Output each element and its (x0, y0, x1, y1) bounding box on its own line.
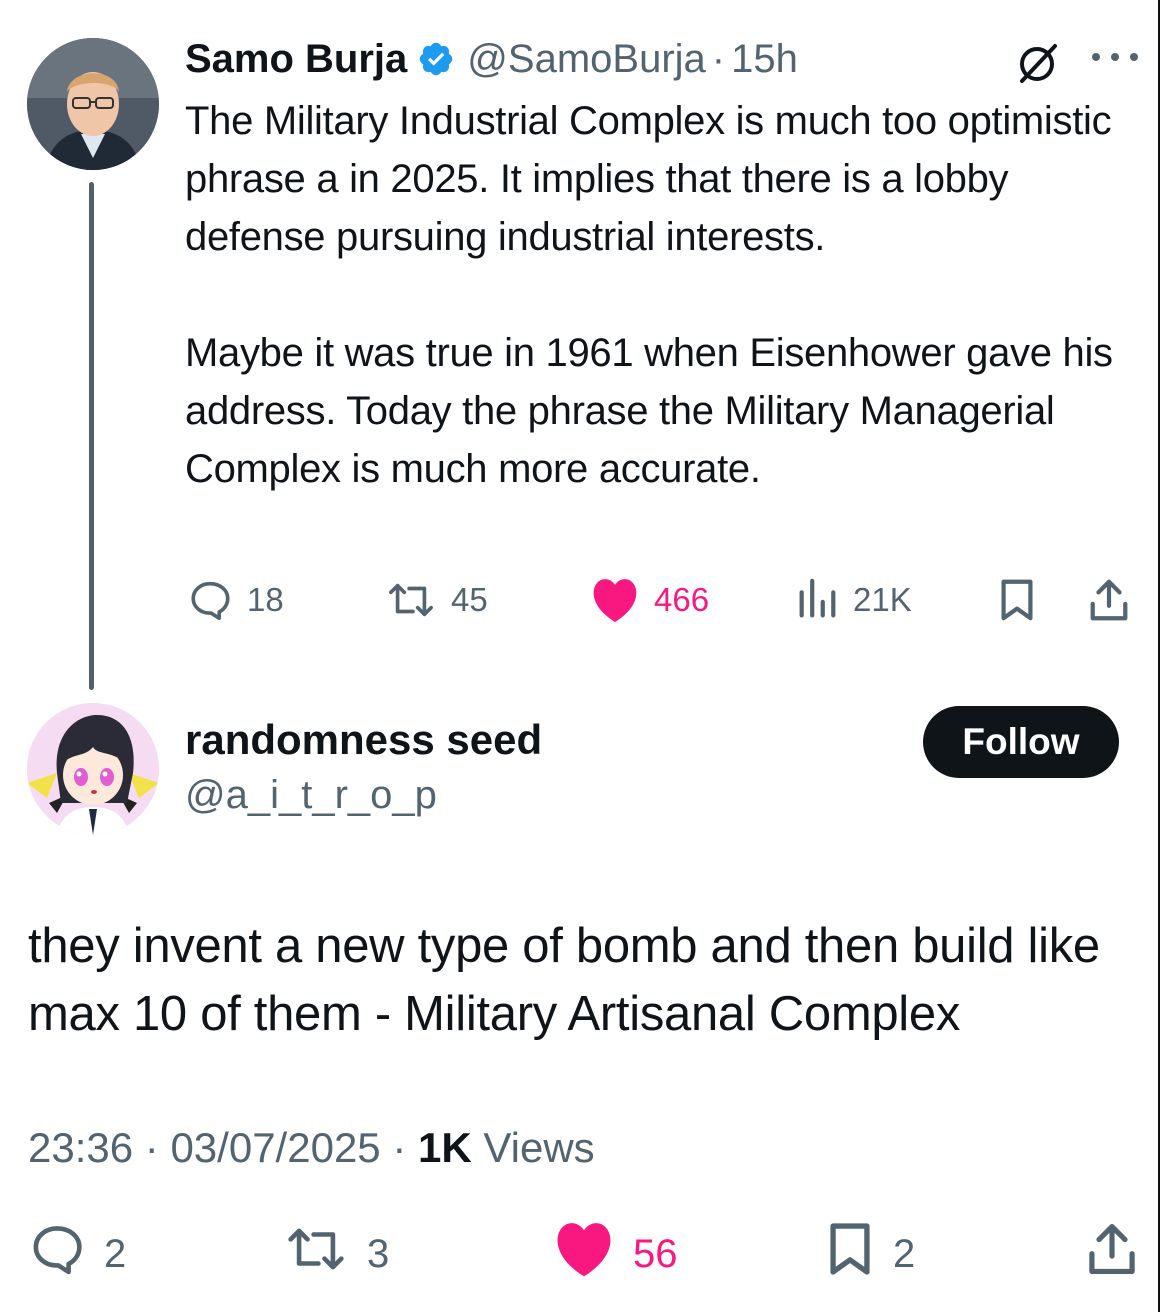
post-time[interactable]: 15h (731, 37, 798, 82)
reply-author-handle[interactable]: @a_i_t_r_o_p (185, 773, 437, 818)
reply-count: 2 (104, 1231, 127, 1276)
reply-tweet-text: they invent a new type of bomb and then … (28, 919, 1100, 1041)
thread-line (89, 182, 94, 690)
separator-dot: · (711, 36, 726, 81)
like-count: 466 (654, 581, 710, 618)
share-button[interactable] (1087, 575, 1131, 625)
views-total: 1K (418, 1124, 472, 1171)
grok-icon[interactable] (1013, 38, 1063, 88)
like-icon (590, 577, 640, 623)
repost-count: 3 (367, 1231, 390, 1276)
parent-paragraph: The Military Industrial Complex is much … (185, 99, 1112, 259)
views-count: 21K (853, 581, 912, 618)
like-icon (553, 1220, 615, 1288)
follow-button[interactable]: Follow (923, 706, 1119, 778)
reply-date[interactable]: 03/07/2025 (170, 1124, 380, 1171)
repost-icon (283, 1220, 349, 1288)
views-label: Views (483, 1124, 595, 1171)
bookmark-icon (997, 577, 1037, 623)
repost-button[interactable]: 3 (283, 1222, 389, 1286)
parent-tweet-text: The Military Industrial Complex is much … (185, 92, 1145, 498)
views-icon (795, 577, 839, 623)
share-icon (1086, 1220, 1138, 1288)
author-handle[interactable]: @SamoBurja (467, 37, 705, 82)
parent-action-bar: 18 45 466 21K (185, 575, 1145, 625)
repost-count: 45 (451, 581, 488, 618)
like-button[interactable]: 466 (590, 575, 709, 625)
bookmark-icon (825, 1220, 875, 1288)
separator-dot: · (144, 1124, 159, 1171)
bookmark-button[interactable] (997, 575, 1037, 625)
parent-paragraph: Maybe it was true in 1961 when Eisenhowe… (185, 331, 1113, 491)
repost-icon (385, 577, 437, 623)
share-button[interactable] (1086, 1222, 1138, 1286)
bookmark-button[interactable]: 2 (825, 1222, 915, 1286)
reply-action-bar: 2 3 56 2 (28, 1222, 1138, 1286)
more-icon[interactable] (1090, 40, 1140, 74)
parent-header: Samo Burja @SamoBurja · 15h (185, 34, 798, 84)
avatar-randomness-seed[interactable] (27, 703, 159, 835)
reply-meta: 23:36 · 03/07/2025 · 1K Views (28, 1124, 595, 1172)
share-icon (1087, 577, 1131, 623)
scrollbar-edge (1158, 0, 1170, 1312)
reply-button[interactable]: 18 (187, 575, 284, 625)
reply-icon (187, 577, 233, 623)
like-button[interactable]: 56 (553, 1222, 678, 1286)
reply-count: 18 (247, 581, 284, 618)
repost-button[interactable]: 45 (385, 575, 488, 625)
like-count: 56 (633, 1231, 678, 1276)
views-button[interactable]: 21K (795, 575, 912, 625)
reply-button[interactable]: 2 (28, 1222, 126, 1286)
author-name[interactable]: Samo Burja (185, 37, 407, 82)
verified-badge-icon (417, 40, 455, 78)
reply-icon (28, 1220, 86, 1288)
reply-author-name[interactable]: randomness seed (185, 716, 542, 764)
avatar-samo-burja[interactable] (27, 38, 159, 170)
reply-time[interactable]: 23:36 (28, 1124, 133, 1171)
bookmark-count: 2 (893, 1231, 916, 1276)
separator-dot: · (392, 1124, 407, 1171)
